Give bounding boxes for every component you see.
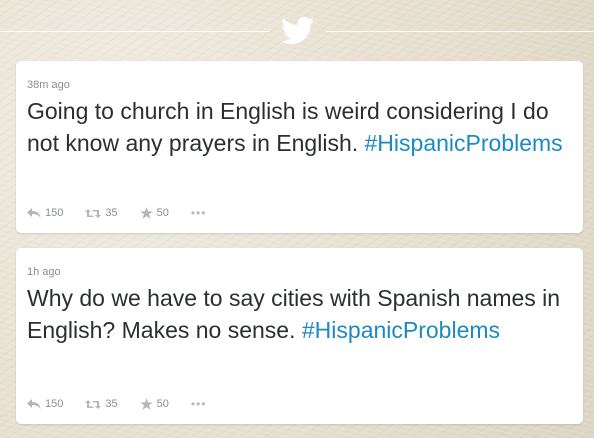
tweet-actions: 150 35 50 ••• <box>27 394 228 414</box>
favorite-button[interactable]: 50 <box>139 398 169 410</box>
tweet-card[interactable]: 1h ago Why do we have to say cities with… <box>16 248 583 424</box>
retweet-count: 35 <box>105 398 118 410</box>
star-icon <box>139 207 153 219</box>
favorite-count: 50 <box>156 207 169 219</box>
hashtag-link[interactable]: #HispanicProblems <box>365 130 563 156</box>
tweet-card[interactable]: 38m ago Going to church in English is we… <box>16 61 583 233</box>
header-divider-right <box>326 31 594 32</box>
tweet-timestamp[interactable]: 1h ago <box>27 266 61 278</box>
reply-count: 150 <box>45 207 64 219</box>
favorite-count: 50 <box>156 398 169 410</box>
retweet-icon <box>85 208 102 218</box>
retweet-count: 35 <box>105 207 118 219</box>
reply-button[interactable]: 150 <box>27 398 63 410</box>
header-divider-left <box>0 31 270 32</box>
tweet-text: Why do we have to say cities with Spanis… <box>27 283 567 346</box>
reply-icon <box>27 208 41 218</box>
more-options-button[interactable]: ••• <box>191 397 207 411</box>
favorite-button[interactable]: 50 <box>139 207 169 219</box>
twitter-bird-icon <box>281 17 315 44</box>
retweet-icon <box>85 399 102 409</box>
retweet-button[interactable]: 35 <box>85 207 118 219</box>
reply-icon <box>27 399 41 409</box>
star-icon <box>139 398 153 410</box>
more-options-button[interactable]: ••• <box>191 206 207 220</box>
hashtag-link[interactable]: #HispanicProblems <box>302 317 500 343</box>
reply-button[interactable]: 150 <box>27 207 63 219</box>
retweet-button[interactable]: 35 <box>85 398 118 410</box>
tweet-actions: 150 35 50 ••• <box>27 203 228 223</box>
tweet-text: Going to church in English is weird cons… <box>27 96 567 159</box>
reply-count: 150 <box>45 398 64 410</box>
tweet-timestamp[interactable]: 38m ago <box>27 79 70 91</box>
